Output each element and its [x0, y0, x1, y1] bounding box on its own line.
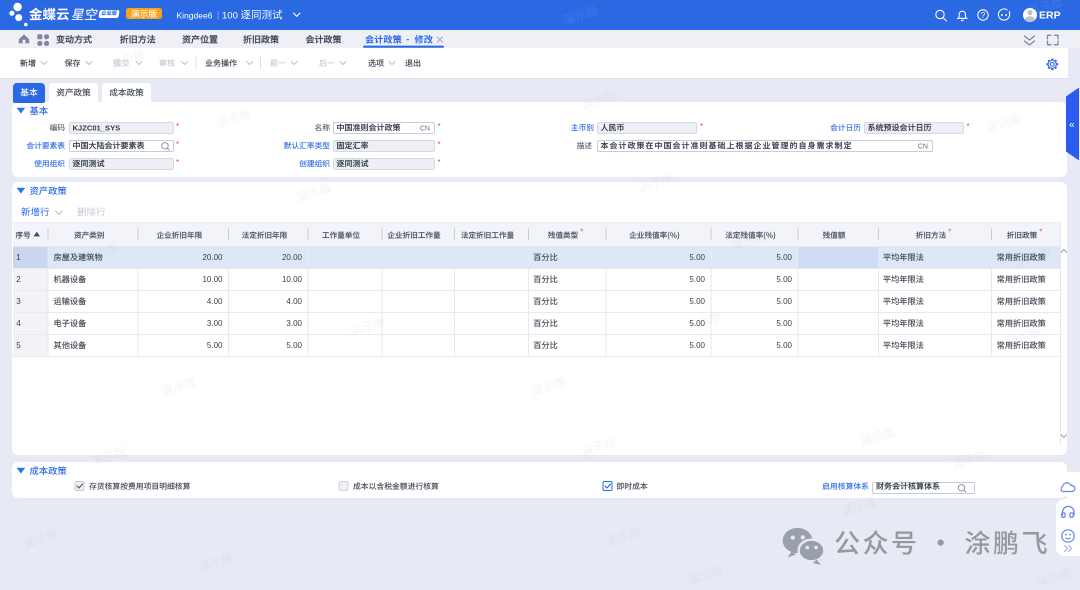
svg-text:5.00: 5.00	[776, 341, 792, 350]
svg-text:5.00: 5.00	[689, 297, 705, 306]
svg-text:*: *	[176, 140, 179, 149]
svg-text:2: 2	[16, 275, 21, 284]
svg-text:*: *	[580, 227, 583, 236]
svg-text:1: 1	[16, 253, 21, 262]
svg-text:3.00: 3.00	[286, 319, 302, 328]
svg-text:*: *	[176, 158, 179, 167]
svg-text:100: 100	[222, 10, 238, 21]
svg-text:KJZC01_SYS: KJZC01_SYS	[73, 124, 121, 133]
svg-text:*: *	[967, 122, 970, 131]
svg-text:5.00: 5.00	[689, 275, 705, 284]
svg-text:*: *	[438, 122, 441, 131]
svg-text:20.00: 20.00	[282, 253, 303, 262]
svg-text:5.00: 5.00	[286, 341, 302, 350]
svg-text:5.00: 5.00	[207, 341, 223, 350]
svg-text:5.00: 5.00	[689, 319, 705, 328]
svg-text:4: 4	[16, 319, 21, 328]
svg-text:*: *	[438, 140, 441, 149]
svg-text:5: 5	[16, 341, 21, 350]
svg-text:?: ?	[981, 11, 986, 20]
svg-text:5.00: 5.00	[689, 253, 705, 262]
svg-text:«: «	[1069, 120, 1075, 131]
svg-text:|: |	[217, 10, 219, 20]
svg-text:10.00: 10.00	[282, 275, 303, 284]
svg-text:ERP: ERP	[1039, 10, 1061, 22]
svg-text:5.00: 5.00	[776, 297, 792, 306]
svg-text:5.00: 5.00	[776, 319, 792, 328]
svg-text:*: *	[176, 122, 179, 131]
svg-text:10.00: 10.00	[202, 275, 223, 284]
svg-text:3.00: 3.00	[207, 319, 223, 328]
svg-text:*: *	[700, 122, 703, 131]
svg-text:3: 3	[16, 297, 21, 306]
svg-text:CN: CN	[420, 125, 430, 132]
svg-text:4.00: 4.00	[207, 297, 223, 306]
svg-text:Kingdee6: Kingdee6	[177, 10, 213, 20]
svg-text:CN: CN	[918, 143, 928, 150]
svg-text:*: *	[1039, 227, 1042, 236]
svg-text:20.00: 20.00	[202, 253, 223, 262]
svg-text:5.00: 5.00	[776, 253, 792, 262]
svg-text:*: *	[948, 227, 951, 236]
svg-text:*: *	[438, 158, 441, 167]
svg-text:5.00: 5.00	[776, 275, 792, 284]
svg-text:5.00: 5.00	[689, 341, 705, 350]
svg-text:4.00: 4.00	[286, 297, 302, 306]
